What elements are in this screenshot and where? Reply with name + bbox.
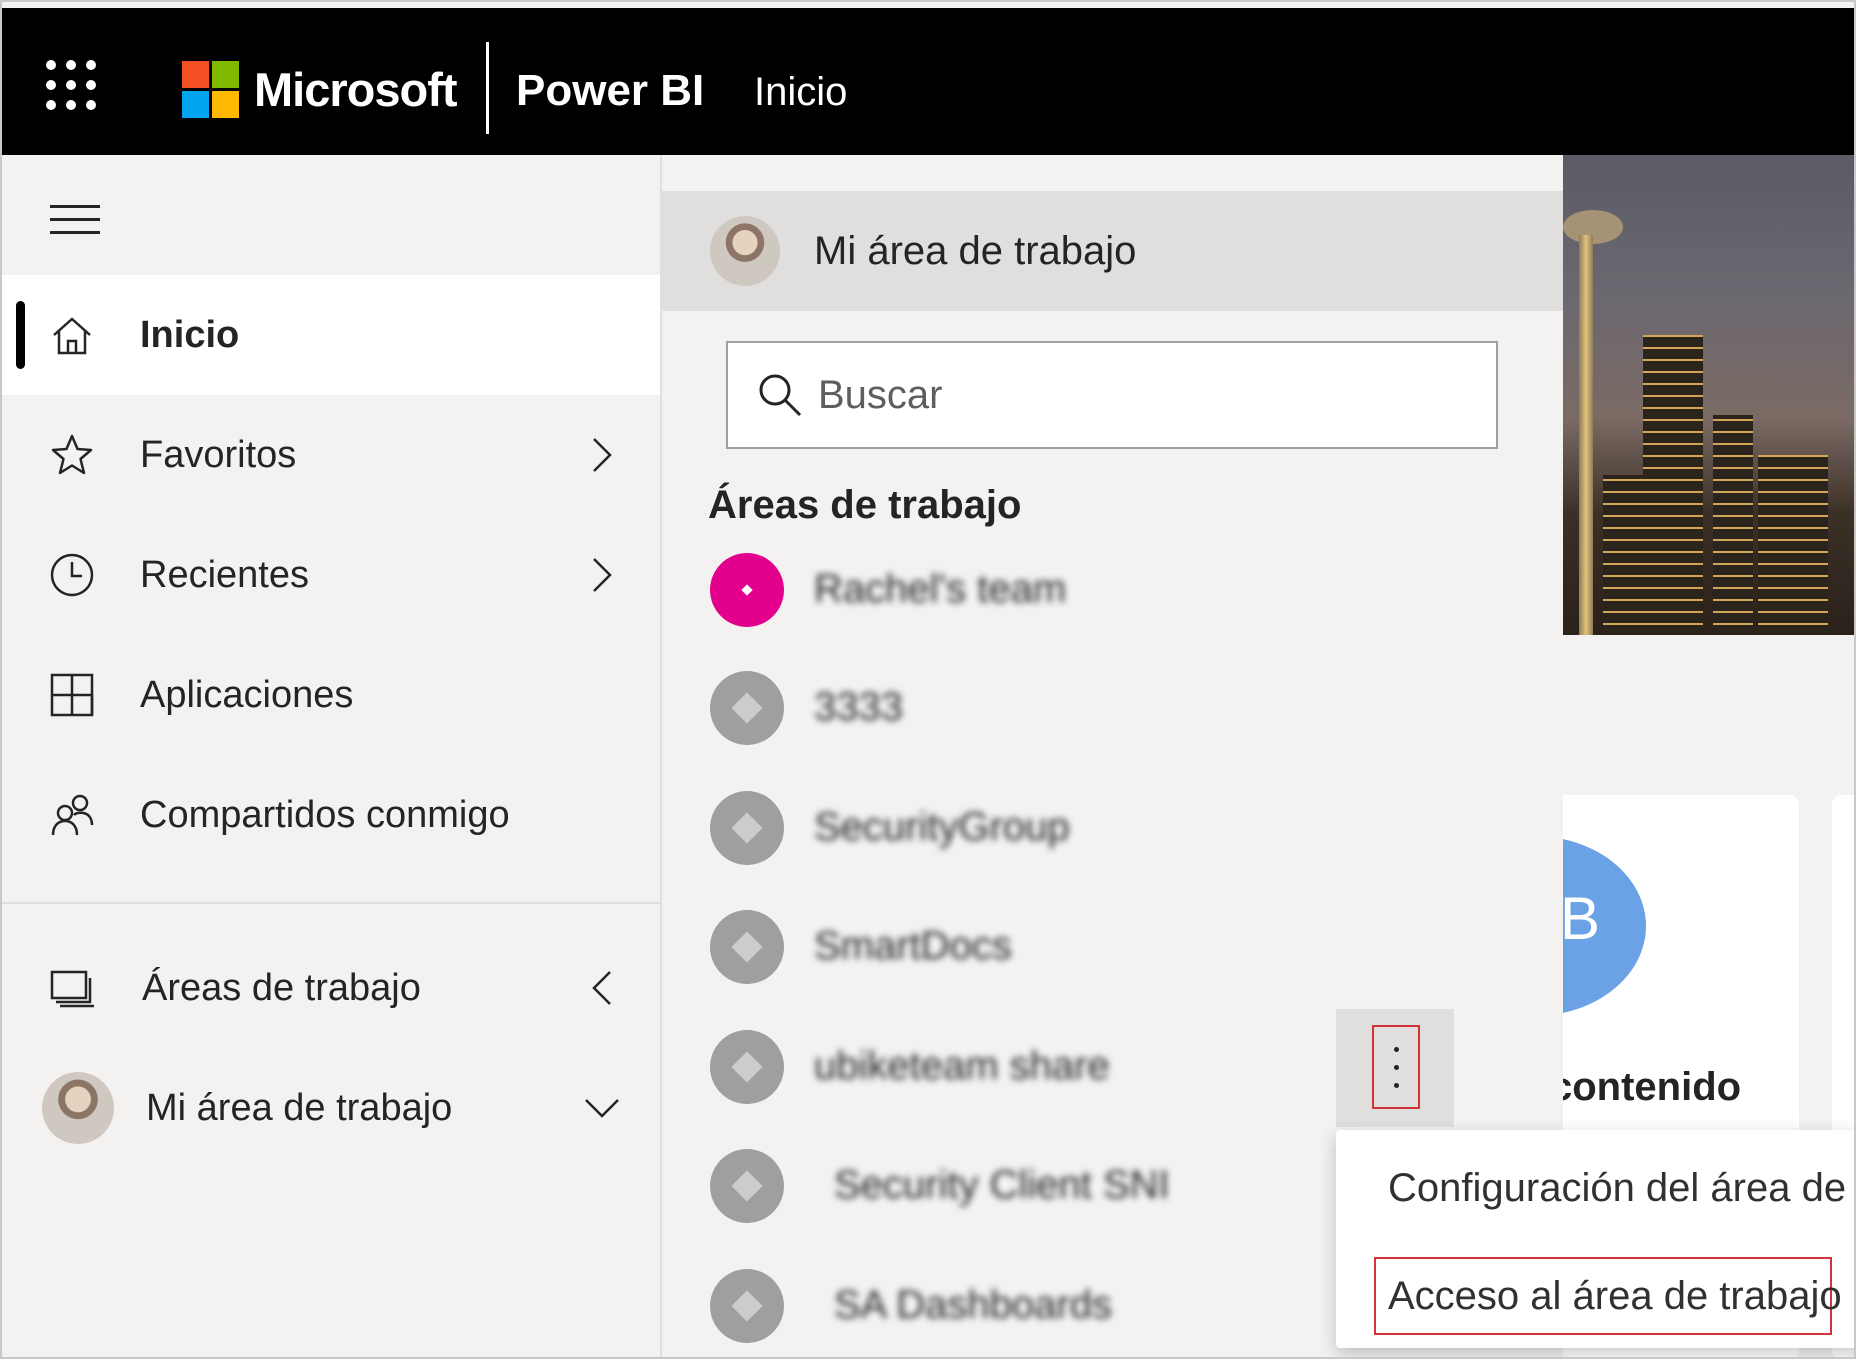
avatar — [710, 216, 780, 286]
shared-people-icon — [51, 794, 94, 836]
workspaces-icon — [50, 970, 94, 1008]
workspace-icon — [710, 1149, 784, 1223]
clock-icon — [50, 553, 94, 597]
workspace-item[interactable]: SmartDocs — [662, 888, 1563, 1006]
my-workspace-label: Mi área de trabajo — [814, 229, 1137, 273]
workspace-name: SA Dashboards — [834, 1283, 1112, 1327]
app-window: B contenido Microsoft Power BI Inicio In… — [0, 0, 1856, 1359]
workspace-icon — [710, 671, 784, 745]
workspace-name: Rachel's team — [814, 567, 1067, 611]
workspace-item[interactable]: Rachel's team — [662, 531, 1563, 649]
workspace-icon — [710, 1269, 784, 1343]
nav-item-home[interactable]: Inicio — [2, 275, 660, 395]
nav-item-recent[interactable]: Recientes — [2, 515, 660, 635]
workspace-icon — [710, 1030, 784, 1104]
top-bar: Microsoft Power BI Inicio — [2, 8, 1854, 155]
nav-item-label: Inicio — [140, 313, 240, 356]
nav-item-shared[interactable]: Compartidos conmigo — [2, 755, 660, 875]
chevron-right-icon[interactable] — [584, 551, 620, 599]
hamburger-menu-icon[interactable] — [50, 205, 100, 235]
nav-item-my-workspace[interactable]: Mi área de trabajo — [2, 1048, 660, 1168]
card-title: contenido — [1550, 1065, 1742, 1109]
app-launcher-icon[interactable] — [46, 60, 98, 112]
product-name[interactable]: Power BI — [516, 66, 704, 116]
nav-item-label: Áreas de trabajo — [142, 966, 421, 1009]
workspace-name: 3333 — [814, 685, 903, 729]
nav-item-label: Compartidos conmigo — [140, 793, 510, 836]
workspace-name: Security Client SNI — [834, 1163, 1170, 1207]
nav-item-label: Favoritos — [140, 433, 297, 476]
building — [1713, 415, 1753, 635]
chevron-right-icon[interactable] — [584, 431, 620, 479]
nav-item-label: Recientes — [140, 553, 309, 596]
workspace-context-menu: Configuración del área de t Acceso al ár… — [1336, 1130, 1854, 1348]
menu-item-workspace-settings[interactable]: Configuración del área de t — [1388, 1166, 1854, 1211]
highlight-box — [1372, 1025, 1420, 1109]
breadcrumb: Inicio — [754, 70, 848, 114]
card-avatar-letter: B — [1560, 885, 1601, 952]
star-icon — [51, 434, 93, 475]
workspace-search[interactable] — [726, 341, 1498, 449]
nav-item-workspaces[interactable]: Áreas de trabajo — [2, 928, 660, 1048]
home-icon — [53, 317, 91, 355]
more-options-button[interactable] — [1336, 1009, 1454, 1127]
search-icon — [759, 374, 802, 417]
brand-name: Microsoft — [254, 63, 457, 116]
apps-icon — [50, 673, 94, 717]
hero-image — [1563, 155, 1854, 635]
left-nav: Inicio Favoritos Recientes Aplicaciones … — [2, 155, 662, 1357]
building — [1603, 475, 1653, 635]
topbar-divider — [486, 42, 489, 134]
section-title: Áreas de trabajo — [708, 483, 1022, 527]
nav-item-apps[interactable]: Aplicaciones — [2, 635, 660, 755]
space-needle — [1579, 235, 1593, 635]
workspace-icon — [710, 791, 784, 865]
avatar — [42, 1072, 114, 1144]
workspace-icon — [710, 553, 784, 627]
chevron-down-icon[interactable] — [580, 1084, 624, 1132]
building — [1758, 455, 1828, 635]
workspace-item[interactable]: SecurityGroup — [662, 769, 1563, 887]
nav-item-label: Aplicaciones — [140, 673, 354, 716]
nav-divider — [2, 902, 660, 904]
menu-item-workspace-access[interactable]: Acceso al área de trabajo — [1388, 1274, 1842, 1319]
workspace-item[interactable]: 3333 — [662, 649, 1563, 767]
nav-item-favorites[interactable]: Favoritos — [2, 395, 660, 515]
search-input[interactable] — [818, 361, 1468, 429]
chevron-left-icon[interactable] — [584, 964, 620, 1012]
workspace-name: SecurityGroup — [814, 805, 1070, 849]
microsoft-logo-icon — [182, 61, 240, 119]
workspace-name: ubiketeam share — [814, 1044, 1110, 1088]
space-needle-top — [1563, 210, 1623, 244]
nav-item-label: Mi área de trabajo — [146, 1086, 453, 1129]
my-workspace-item[interactable]: Mi área de trabajo — [662, 191, 1563, 311]
workspace-name: SmartDocs — [814, 924, 1012, 968]
workspace-icon — [710, 910, 784, 984]
